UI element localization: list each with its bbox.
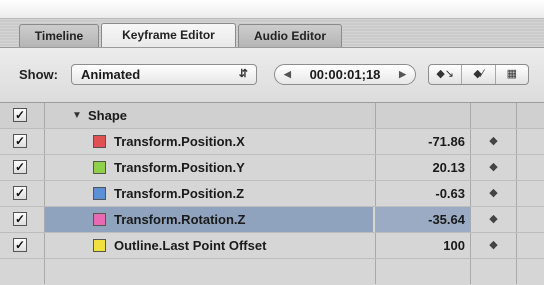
toolbar: Show: Animated ⇵ ◀ 00:00:01;18 ▶ ◆↘ ◆∕ ▦ — [0, 48, 544, 103]
value-cell — [375, 103, 471, 128]
parameter-list: ✓ ▼ Shape ✓ Transform.Position.X -71.86 … — [0, 103, 544, 285]
param-label: Outline.Last Point Offset — [114, 238, 267, 253]
color-swatch — [93, 135, 106, 148]
param-label: Transform.Position.Y — [114, 160, 245, 175]
tab-timeline[interactable]: Timeline — [19, 24, 99, 47]
keyframe-diamond-icon[interactable]: ◆ — [471, 181, 517, 206]
timecode-value: 00:00:01;18 — [309, 67, 381, 82]
disclosure-triangle-icon[interactable]: ▼ — [72, 103, 82, 128]
param-value[interactable]: -71.86 — [375, 129, 471, 154]
tab-bar: Timeline Keyframe Editor Audio Editor — [0, 19, 544, 48]
keyframe-cell — [471, 103, 517, 128]
keyframe-diamond-icon[interactable]: ◆ — [471, 233, 517, 258]
param-name-cell: Transform.Position.Z — [45, 181, 373, 206]
color-swatch — [93, 213, 106, 226]
check-cell — [0, 259, 45, 284]
empty-row — [0, 259, 544, 285]
row-checkbox[interactable]: ✓ — [13, 186, 27, 200]
param-value[interactable]: 100 — [375, 233, 471, 258]
show-filter-value: Animated — [81, 67, 141, 82]
param-label: Transform.Rotation.Z — [114, 212, 246, 227]
timecode-field[interactable]: ◀ 00:00:01;18 ▶ — [274, 64, 416, 85]
check-cell: ✓ — [0, 129, 45, 154]
table-row[interactable]: ✓ Transform.Position.Y 20.13 ◆ — [0, 155, 544, 181]
window-top-strip — [0, 0, 544, 19]
group-label: Shape — [88, 108, 128, 123]
curve-edit-icon[interactable]: ◆∕ — [462, 65, 496, 84]
check-cell: ✓ — [0, 155, 45, 180]
value-cell — [375, 259, 471, 284]
row-checkbox[interactable]: ✓ — [13, 212, 27, 226]
tab-keyframe-editor[interactable]: Keyframe Editor — [101, 23, 236, 47]
keyframe-editor-window: Timeline Keyframe Editor Audio Editor Sh… — [0, 0, 544, 285]
param-label: Transform.Position.X — [114, 134, 245, 149]
row-checkbox[interactable]: ✓ — [13, 134, 27, 148]
add-keyframe-icon[interactable]: ◆↘ — [429, 65, 463, 84]
group-name-cell: ▼ Shape — [45, 103, 373, 128]
fit-view-icon[interactable]: ▦ — [496, 65, 528, 84]
keyframe-diamond-icon[interactable]: ◆ — [471, 155, 517, 180]
param-value[interactable]: -35.64 — [375, 207, 471, 232]
timecode-increment-icon[interactable]: ▶ — [399, 65, 406, 84]
table-row[interactable]: ✓ Transform.Rotation.Z -35.64 ◆ — [0, 207, 544, 233]
color-swatch — [93, 187, 106, 200]
param-value[interactable]: 20.13 — [375, 155, 471, 180]
param-value[interactable]: -0.63 — [375, 181, 471, 206]
row-checkbox[interactable]: ✓ — [13, 160, 27, 174]
param-name-cell: Transform.Position.X — [45, 129, 373, 154]
param-name-cell: Transform.Rotation.Z — [45, 207, 373, 232]
table-row[interactable]: ✓ Transform.Position.Z -0.63 ◆ — [0, 181, 544, 207]
keyframe-diamond-icon[interactable]: ◆ — [471, 129, 517, 154]
row-checkbox[interactable]: ✓ — [13, 238, 27, 252]
check-cell: ✓ — [0, 103, 45, 128]
check-cell: ✓ — [0, 181, 45, 206]
check-cell: ✓ — [0, 233, 45, 258]
select-arrows-icon: ⇵ — [238, 68, 248, 80]
param-name-cell: Transform.Position.Y — [45, 155, 373, 180]
check-cell: ✓ — [0, 207, 45, 232]
keyframe-cell — [471, 259, 517, 284]
param-name-cell: Outline.Last Point Offset — [45, 233, 373, 258]
color-swatch — [93, 161, 106, 174]
group-checkbox[interactable]: ✓ — [13, 108, 27, 122]
show-filter-select[interactable]: Animated ⇵ — [71, 64, 257, 85]
color-swatch — [93, 239, 106, 252]
tab-audio-editor[interactable]: Audio Editor — [238, 24, 342, 47]
keyframe-tool-group: ◆↘ ◆∕ ▦ — [428, 64, 529, 85]
param-label: Transform.Position.Z — [114, 186, 245, 201]
group-row: ✓ ▼ Shape — [0, 103, 544, 129]
timecode-decrement-icon[interactable]: ◀ — [284, 65, 291, 84]
table-row[interactable]: ✓ Transform.Position.X -71.86 ◆ — [0, 129, 544, 155]
keyframe-diamond-icon[interactable]: ◆ — [471, 207, 517, 232]
table-row[interactable]: ✓ Outline.Last Point Offset 100 ◆ — [0, 233, 544, 259]
show-label: Show: — [19, 67, 58, 82]
